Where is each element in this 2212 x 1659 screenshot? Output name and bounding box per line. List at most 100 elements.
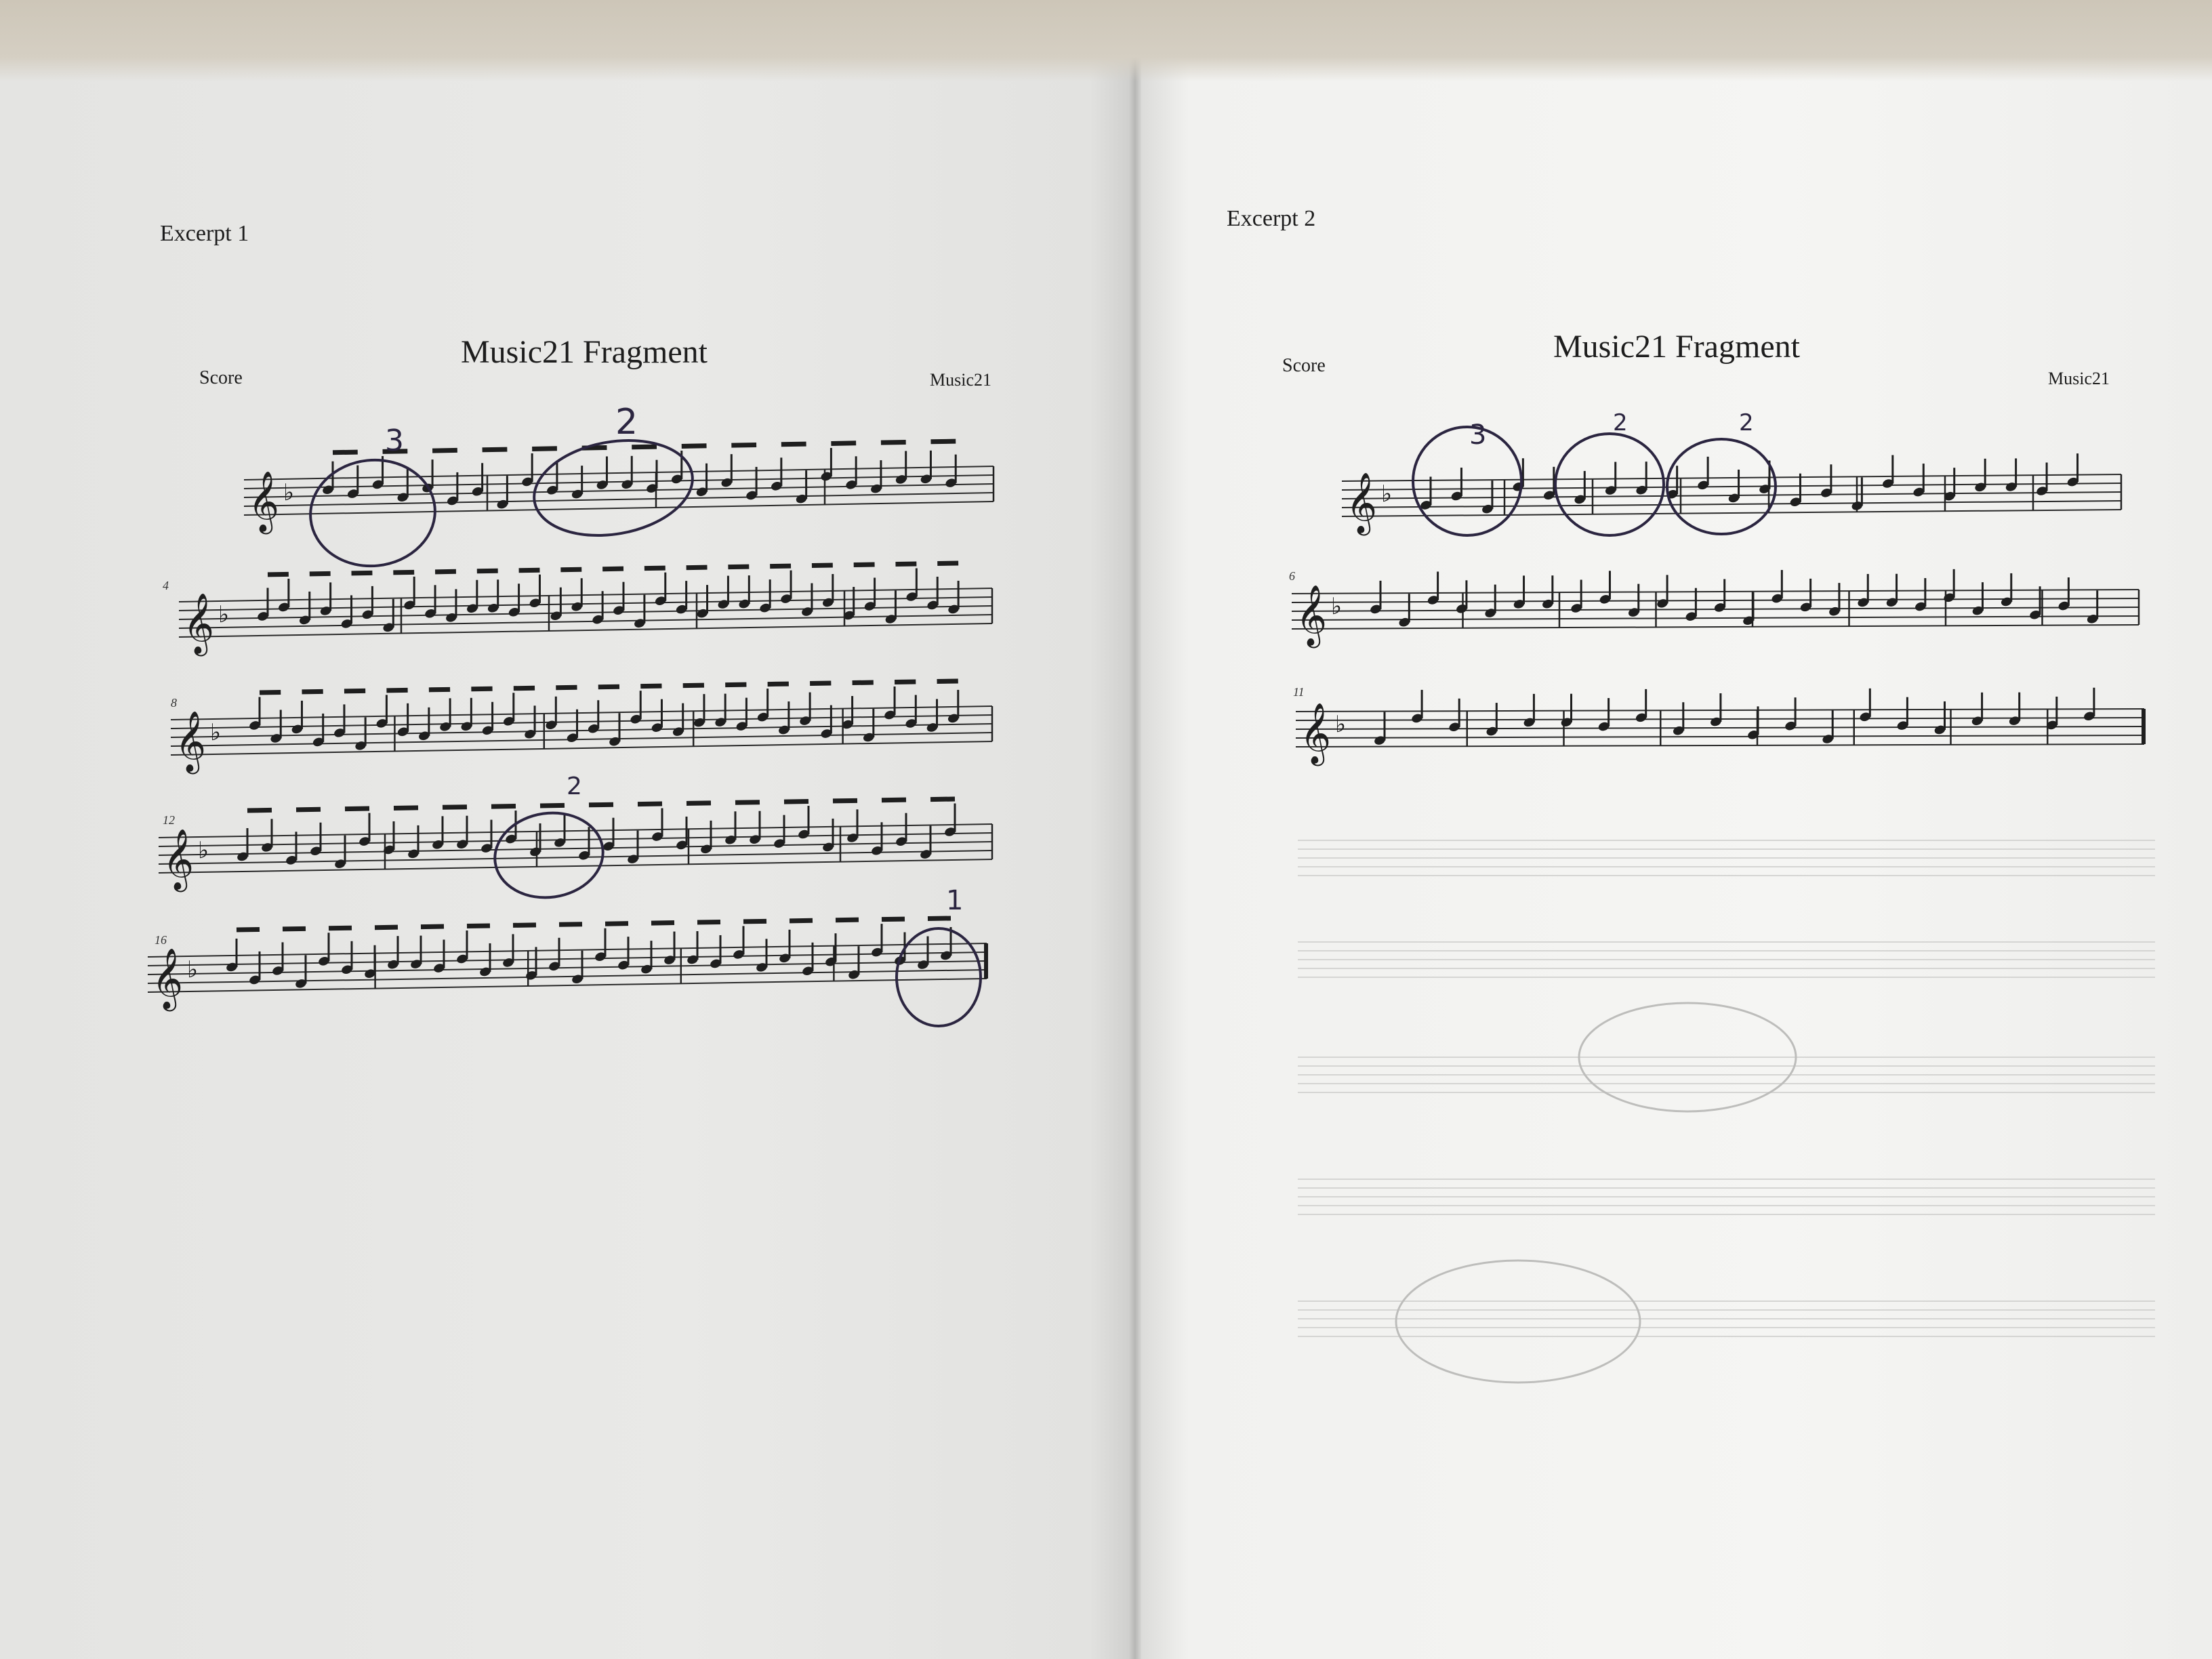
staff-line [1291,624,2139,630]
left-measure-number-8: 8 [171,696,177,710]
note-beam [236,926,260,933]
left-staff-4: 𝄞 ♭ [158,823,994,893]
note-beam [560,567,582,573]
staff-line [1341,509,2122,517]
pen-fingering-2b: 2 [567,773,582,800]
flat-icon: ♭ [218,601,229,628]
note-beam [832,798,858,804]
treble-clef-icon: 𝄞 [163,829,194,893]
note-beam [881,916,905,922]
note-beam [435,569,456,575]
note-beam [588,802,614,808]
pen-fingering-r2b: 2 [1739,409,1754,436]
note-beam [518,567,540,573]
treble-clef-icon: 𝄞 [1300,703,1331,766]
final-barline [2142,709,2146,744]
note-beam [770,563,792,569]
pen-circle-4 [895,927,982,1027]
note-beam [374,924,398,930]
note-beam [651,920,675,926]
bleed-through [1298,840,2155,1384]
treble-clef-icon: 𝄞 [1346,472,1377,536]
music-notation: 𝄞 ♭𝄞 ♭𝄞 ♭𝄞 ♭𝄞 ♭𝄞 ♭𝄞 ♭𝄞 ♭ 4 8 12 16 6 11 3 2 2 1 … [147,402,2155,1384]
note-beam [295,806,321,813]
flat-icon: ♭ [1331,593,1342,620]
note-beam [895,561,917,567]
note-beam [302,689,323,695]
staff-line [1341,474,2122,482]
right-measure-number-11: 11 [1293,685,1305,699]
note-beam [309,571,331,577]
note-beam [743,918,767,924]
note-beam [735,800,760,805]
note-beam [267,571,289,577]
treble-clef-icon: 𝄞 [152,948,183,1012]
treble-clef-icon: 𝄞 [1296,585,1327,649]
note-beam [810,680,832,687]
note-beam [420,924,445,930]
staff-line [1295,743,2145,747]
flat-icon: ♭ [198,837,209,864]
note-beam [259,689,281,695]
pen-circle-3 [493,811,605,899]
note-beam [393,569,415,575]
note-beam [428,687,451,693]
treble-clef-icon: 𝄞 [183,593,214,657]
flat-icon: ♭ [283,479,294,506]
note-beam [725,682,747,688]
flat-icon: ♭ [1335,711,1346,738]
staff-line [1295,726,2145,730]
treble-clef-icon: 𝄞 [175,711,206,775]
note-beam [386,687,408,693]
right-staff-1: 𝄞 ♭ [1341,472,2123,536]
note-beam [512,922,537,928]
pen-fingering-r3: 3 [1469,419,1486,451]
note-beam [442,804,468,810]
final-barline [984,943,988,979]
note-beam [930,796,956,802]
left-measure-number-12: 12 [163,813,175,827]
note-beam [811,562,833,569]
flat-icon: ♭ [187,956,198,983]
left-staff-5: 𝄞 ♭ [147,943,988,1012]
note-beam [781,441,806,447]
note-beam [247,807,272,813]
note-beam [852,680,874,686]
note-beam [686,800,712,806]
left-measure-number-16: 16 [155,933,167,947]
note-beam [880,439,906,445]
note-beam [332,449,358,455]
note-beam [556,684,577,691]
note-beam [831,441,857,446]
note-beam [789,918,813,924]
note-beam [937,560,959,566]
note-beam [682,682,704,689]
note-beam [681,443,707,449]
staff-line [1291,615,2139,621]
left-measure-number-4: 4 [163,579,169,592]
staff-line [1295,735,2145,739]
pen-fingering-3: 3 [385,424,404,458]
note-beam [558,922,583,927]
note-beam [539,802,565,808]
note-beam [927,916,951,922]
note-beam [491,804,516,809]
flat-icon: ♭ [1381,480,1392,508]
note-beam [686,565,708,571]
right-measure-number-6: 6 [1289,569,1295,583]
pen-fingering-r2: 2 [1613,409,1628,436]
note-beam [513,685,535,691]
note-beam [344,806,370,812]
pen-fingering-1: 1 [946,885,963,916]
note-beam [937,678,958,684]
note-beam [432,447,457,453]
flat-icon: ♭ [210,719,221,746]
pen-fingering-2: 2 [615,402,638,443]
staff-line [1341,483,2122,491]
note-beam [282,926,306,932]
note-beam [644,565,665,571]
note-beam [930,438,956,445]
pen-circle-r2 [1554,432,1665,537]
note-beam [482,447,508,453]
note-beam [640,683,662,689]
